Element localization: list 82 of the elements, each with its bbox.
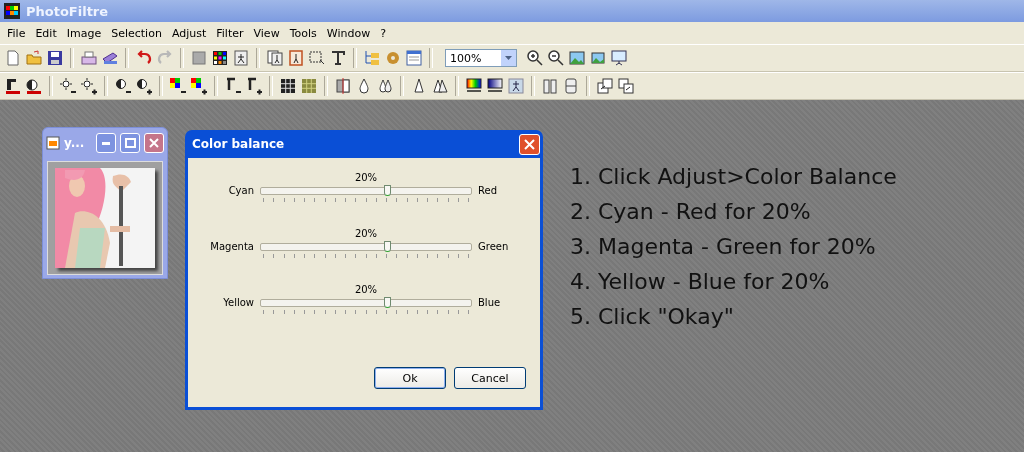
framed-figure-icon[interactable] [287, 49, 305, 67]
print-icon[interactable] [80, 49, 98, 67]
brightness-down-icon[interactable] [59, 77, 77, 95]
close-button[interactable] [144, 133, 164, 153]
figure-stamp-icon[interactable] [507, 77, 525, 95]
contrast-down-icon[interactable] [114, 77, 132, 95]
app-logo-icon [4, 3, 20, 19]
brightness-up-icon[interactable] [80, 77, 98, 95]
minimize-icon [102, 141, 110, 145]
instruction-step: 4. Yellow - Blue for 20% [570, 267, 897, 296]
page-icon[interactable] [562, 77, 580, 95]
slider-thumb[interactable] [384, 297, 391, 308]
slider-label: Yellow [223, 297, 254, 310]
menu-item[interactable]: Selection [106, 26, 167, 40]
gradient-bar-icon[interactable] [486, 77, 504, 95]
landscape-icon[interactable] [568, 49, 586, 67]
window-icon[interactable] [405, 49, 423, 67]
auto-gamma-icon[interactable] [4, 77, 22, 95]
zoom-in-icon[interactable] [526, 49, 544, 67]
slider-thumb[interactable] [384, 185, 391, 196]
maximize-button[interactable] [120, 133, 140, 153]
instruction-step: 1. Click Adjust>Color Balance [570, 162, 897, 191]
auto-contrast-icon[interactable] [25, 77, 43, 95]
menu-item[interactable]: Window [321, 26, 376, 40]
rainbow-gradient-icon[interactable] [465, 77, 483, 95]
presentation-icon[interactable] [610, 49, 628, 67]
saturation-down-icon[interactable] [169, 77, 187, 95]
slider-value: 20% [354, 228, 378, 239]
cones-icon[interactable] [431, 77, 449, 95]
menu-item[interactable]: ? [375, 26, 391, 40]
slider-value: 20% [354, 172, 378, 183]
zoom-out-icon[interactable] [547, 49, 565, 67]
saturation-up-icon[interactable] [190, 77, 208, 95]
image-swap-icon[interactable] [596, 77, 614, 95]
slider-track[interactable] [260, 299, 472, 307]
app-title: PhotoFiltre [26, 3, 109, 19]
cancel-button[interactable]: Cancel [454, 367, 526, 389]
slider-label: Blue [478, 297, 502, 310]
menu-item[interactable]: Adjust [166, 26, 212, 40]
gamma-up-icon[interactable] [245, 77, 263, 95]
slider-track[interactable] [260, 243, 472, 251]
maximize-icon [124, 138, 136, 148]
figure-image-icon[interactable] [232, 49, 250, 67]
slider-value: 20% [354, 284, 378, 295]
close-icon [149, 138, 159, 148]
menu-item[interactable]: Image [61, 26, 107, 40]
instruction-step: 3. Magenta - Green for 20% [570, 232, 897, 261]
slider-label: Green [478, 241, 510, 254]
dropdown-caret-icon [505, 56, 512, 60]
menu-item[interactable]: File [2, 26, 31, 40]
tile-grid-icon[interactable] [300, 77, 318, 95]
image-file-icon [46, 136, 60, 150]
ok-button[interactable]: Ok [374, 367, 446, 389]
minimize-button[interactable] [96, 133, 116, 153]
window-title: y... [64, 136, 86, 150]
menu-item[interactable]: View [248, 26, 285, 40]
drops-icon[interactable] [376, 77, 394, 95]
menu-item[interactable]: Tools [284, 26, 322, 40]
slider-label: Red [478, 185, 498, 198]
text-tool-icon[interactable] [329, 49, 347, 67]
instruction-step: 5. Click "Okay" [570, 302, 897, 331]
fit-landscape-icon[interactable] [589, 49, 607, 67]
grid-icon[interactable] [279, 77, 297, 95]
contrast-up-icon[interactable] [135, 77, 153, 95]
undo-icon[interactable] [135, 49, 153, 67]
dialog-title: Color balance [192, 137, 285, 151]
color-grid-icon[interactable] [211, 49, 229, 67]
slider-thumb[interactable] [384, 241, 391, 252]
slider-label: Magenta [210, 241, 254, 254]
zoom-combo[interactable]: 100% [445, 49, 517, 67]
save-icon[interactable] [46, 49, 64, 67]
close-icon [524, 138, 535, 150]
image-stack-icon[interactable] [617, 77, 635, 95]
slider-track[interactable] [260, 187, 472, 195]
menu-item[interactable]: Filter [211, 26, 249, 40]
instruction-step: 2. Cyan - Red for 20% [570, 197, 897, 226]
split-square-icon[interactable] [334, 77, 352, 95]
gamma-down-icon[interactable] [224, 77, 242, 95]
stacked-images-icon[interactable] [266, 49, 284, 67]
menu-item[interactable]: Edit [30, 26, 62, 40]
slider-label: Cyan [228, 185, 254, 198]
close-button[interactable] [519, 133, 540, 155]
